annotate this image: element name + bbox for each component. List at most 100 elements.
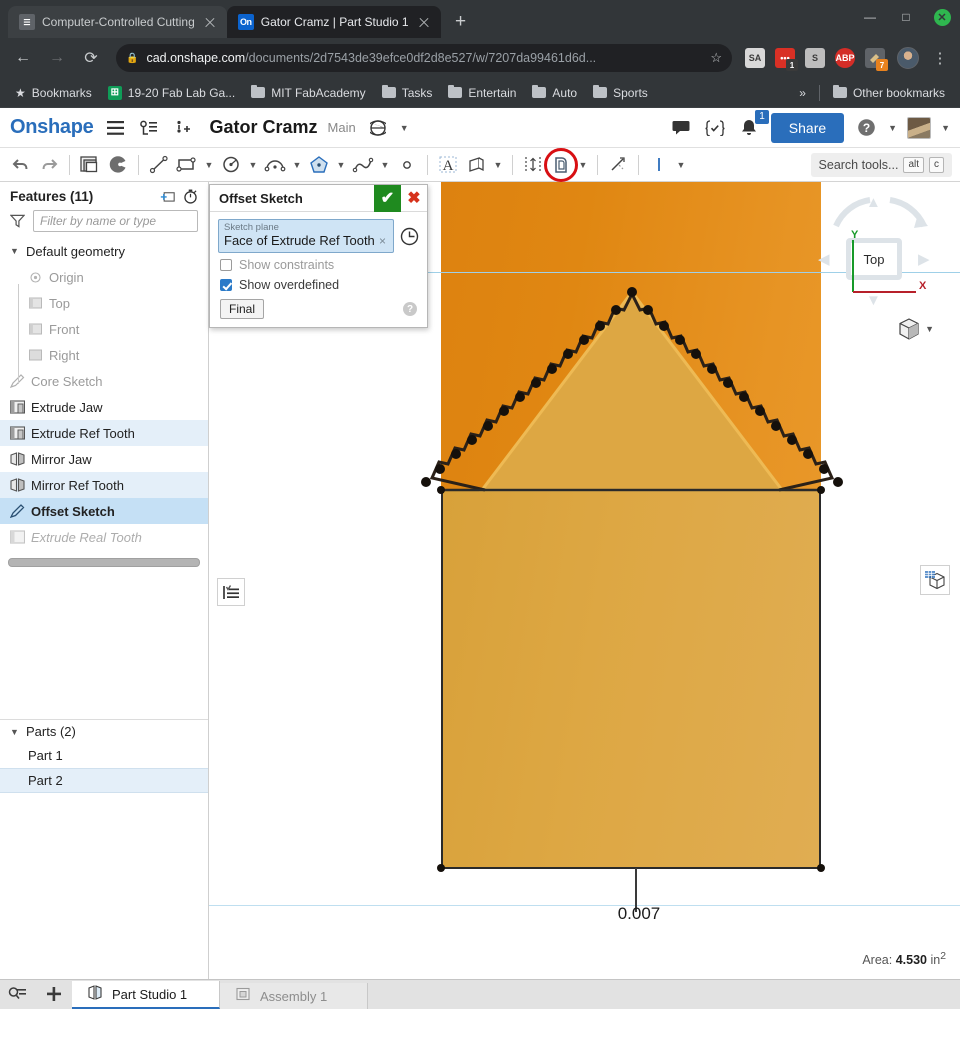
polygon-tool-icon[interactable] — [306, 152, 332, 178]
shaded-view-icon[interactable] — [105, 152, 131, 178]
avatar[interactable] — [907, 116, 932, 139]
element-tab-assembly-1[interactable]: Assembly 1 — [220, 983, 368, 1009]
feature-group-default-geometry[interactable]: ▼ Default geometry — [0, 238, 208, 264]
redo-icon[interactable] — [36, 152, 62, 178]
extension-sa-icon[interactable]: SA — [745, 48, 765, 68]
spline-dropdown-icon[interactable]: ▼ — [378, 152, 392, 178]
star-icon[interactable]: ☆ — [710, 50, 722, 66]
document-title[interactable]: Gator Cramz — [209, 117, 317, 138]
construction-line-icon[interactable] — [646, 152, 672, 178]
checks-icon[interactable] — [703, 116, 727, 140]
offset-sketch-dialog[interactable]: Offset Sketch ✔ ✖ Sketch plane Face of E… — [209, 184, 428, 328]
insert-feature-icon[interactable] — [171, 116, 195, 140]
browser-tab-1[interactable]: ☰ Computer-Controlled Cutting — [8, 6, 227, 38]
notification-bell-icon[interactable]: 1 — [737, 109, 769, 140]
feature-item-mirror-ref-tooth[interactable]: Mirror Ref Tooth — [0, 472, 208, 498]
search-tools-box[interactable]: Search tools... alt c — [810, 152, 952, 177]
address-bar[interactable]: 🔒 cad.onshape.com/documents/2d7543de39ef… — [116, 44, 732, 72]
view-orientation-control[interactable]: ▼ — [898, 318, 934, 340]
undo-icon[interactable] — [8, 152, 34, 178]
bookmark-item-sports[interactable]: Sports — [586, 83, 655, 103]
globe-icon[interactable] — [366, 116, 390, 140]
feature-item-origin[interactable]: Origin — [0, 264, 208, 290]
features-horizontal-scrollbar[interactable] — [8, 558, 200, 567]
feature-item-extrude-jaw[interactable]: Extrude Jaw — [0, 394, 208, 420]
feature-item-core-sketch[interactable]: Core Sketch — [0, 368, 208, 394]
comment-icon[interactable] — [669, 116, 693, 140]
window-maximize-button[interactable]: □ — [888, 2, 924, 32]
view-cube[interactable]: ▲ ▼ ◀ ▶ Top Y X — [814, 190, 942, 318]
circle-dropdown-icon[interactable]: ▼ — [246, 152, 260, 178]
features-filter-input[interactable]: Filter by name or type — [33, 210, 198, 232]
rectangle-dropdown-icon[interactable]: ▼ — [202, 152, 216, 178]
browser-profile-avatar[interactable] — [897, 47, 919, 69]
final-button[interactable]: Final — [220, 299, 265, 319]
feature-item-extrude-ref-tooth[interactable]: Extrude Ref Tooth — [0, 420, 208, 446]
add-tab-icon[interactable] — [36, 979, 72, 1009]
text-tool-icon[interactable]: A — [435, 152, 461, 178]
part-item-2[interactable]: Part 2 — [0, 768, 208, 793]
version-graph-icon[interactable] — [137, 116, 161, 140]
account-dropdown-icon[interactable]: ▼ — [941, 123, 950, 133]
point-tool-icon[interactable] — [394, 152, 420, 178]
globe-dropdown-icon[interactable]: ▼ — [400, 123, 409, 133]
document-branch[interactable]: Main — [328, 120, 356, 135]
spline-tool-icon[interactable] — [350, 152, 376, 178]
bookmarks-root[interactable]: ★ Bookmarks — [8, 83, 99, 103]
element-search-icon[interactable] — [0, 979, 36, 1009]
other-bookmarks-button[interactable]: Other bookmarks — [826, 83, 952, 103]
extension-adblock-icon[interactable]: ABP — [835, 48, 855, 68]
show-constraints-checkbox[interactable] — [220, 259, 232, 271]
menu-icon[interactable] — [103, 116, 127, 140]
help-icon[interactable]: ? — [854, 116, 878, 140]
close-icon[interactable]: ✖ — [401, 185, 427, 212]
bookmarks-overflow-button[interactable]: » — [792, 83, 813, 103]
extension-honey-icon[interactable]: 7 — [865, 48, 888, 71]
polygon-dropdown-icon[interactable]: ▼ — [334, 152, 348, 178]
sketch-list-icon[interactable] — [217, 578, 245, 606]
feature-item-right[interactable]: Right — [0, 342, 208, 368]
window-minimize-button[interactable]: — — [852, 2, 888, 32]
trim-tool-icon[interactable] — [605, 152, 631, 178]
mirror-dropdown-icon[interactable]: ▼ — [491, 152, 505, 178]
feature-item-front[interactable]: Front — [0, 316, 208, 342]
bookmark-item-auto[interactable]: Auto — [525, 83, 584, 103]
timer-icon[interactable] — [183, 189, 198, 204]
display-mode-icon[interactable] — [920, 565, 950, 595]
bookmark-item-mit-fabacademy[interactable]: MIT FabAcademy — [244, 83, 372, 103]
extension-s-icon[interactable]: S — [805, 48, 825, 68]
line-tool-icon[interactable] — [146, 152, 172, 178]
feature-item-top[interactable]: Top — [0, 290, 208, 316]
forward-button[interactable]: → — [42, 43, 72, 73]
rectangle-tool-icon[interactable] — [174, 152, 200, 178]
feature-item-extrude-real-tooth[interactable]: Extrude Real Tooth — [0, 524, 208, 550]
browser-tab-1-close-icon[interactable] — [202, 14, 218, 30]
offset-tool-icon[interactable] — [544, 147, 578, 182]
circle-tool-icon[interactable] — [218, 152, 244, 178]
element-tab-part-studio-1[interactable]: Part Studio 1 — [72, 981, 220, 1009]
new-sketch-icon[interactable] — [77, 152, 103, 178]
bookmark-item-tasks[interactable]: Tasks — [375, 83, 440, 103]
offset-dropdown-icon[interactable]: ▼ — [576, 152, 590, 178]
back-button[interactable]: ← — [8, 43, 38, 73]
view-cube-rotate-arrows[interactable] — [830, 196, 930, 232]
dimension-tool-icon[interactable] — [520, 152, 546, 178]
onshape-logo[interactable]: Onshape — [10, 116, 94, 139]
mirror-tool-icon[interactable] — [463, 152, 489, 178]
share-button[interactable]: Share — [770, 112, 845, 143]
part-item-1[interactable]: Part 1 — [0, 743, 208, 768]
feature-item-mirror-jaw[interactable]: Mirror Jaw — [0, 446, 208, 472]
construction-dropdown-icon[interactable]: ▼ — [674, 152, 688, 178]
feature-item-offset-sketch[interactable]: Offset Sketch — [0, 498, 208, 524]
arc-dropdown-icon[interactable]: ▼ — [290, 152, 304, 178]
show-overdefined-checkbox[interactable] — [220, 279, 232, 291]
help-icon[interactable]: ? — [403, 302, 417, 316]
arc-tool-icon[interactable] — [262, 152, 288, 178]
show-overdefined-row[interactable]: Show overdefined — [218, 273, 419, 293]
extension-red-dots-icon[interactable]: ••• 1 — [775, 48, 798, 71]
help-dropdown-icon[interactable]: ▼ — [888, 123, 897, 133]
bookmark-item-entertain[interactable]: Entertain — [441, 83, 523, 103]
reload-button[interactable]: ⟳ — [76, 43, 106, 73]
filter-icon[interactable] — [10, 214, 25, 229]
browser-tab-2[interactable]: On Gator Cramz | Part Studio 1 — [226, 6, 441, 38]
